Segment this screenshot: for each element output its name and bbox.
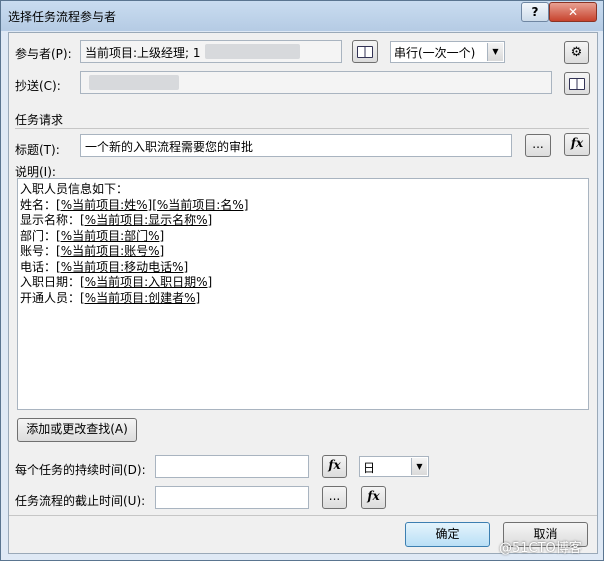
window-title: 选择任务流程参与者 — [8, 10, 117, 24]
duration-unit-value: 日 — [363, 461, 376, 475]
description-line: 部门：[%当前项目:部门%] — [20, 228, 165, 243]
cc-label: 抄送(C): — [15, 79, 61, 93]
due-formula-button[interactable]: fx — [361, 486, 386, 509]
redacted-block — [89, 75, 179, 90]
people-settings-icon: ⚙ — [570, 45, 583, 60]
cc-address-book-button[interactable] — [564, 72, 590, 95]
chevron-down-icon[interactable]: ▼ — [411, 458, 427, 475]
due-browse-button[interactable]: ... — [322, 486, 347, 509]
duration-input[interactable] — [155, 455, 309, 478]
subject-formula-button[interactable]: fx — [564, 133, 590, 156]
dialog-body: 参与者(P): 当前项目:上级经理; 1 串行(一次一个) ▼ ⚙ 抄送(C):… — [8, 32, 598, 554]
cc-field[interactable] — [80, 71, 552, 94]
description-line: 开通人员：[%当前项目:创建者%] — [20, 290, 201, 305]
participants-field[interactable]: 当前项目:上级经理; 1 — [80, 40, 342, 63]
address-book-button[interactable] — [352, 40, 378, 63]
subject-input[interactable]: 一个新的入职流程需要您的审批 — [80, 134, 512, 157]
fx-icon: fx — [367, 489, 380, 503]
add-change-lookup-button[interactable]: 添加或更改查找(A) — [17, 418, 137, 442]
redacted-block — [205, 44, 300, 59]
order-select[interactable]: 串行(一次一个) ▼ — [390, 41, 505, 63]
description-line: 显示名称：[%当前项目:显示名称%] — [20, 213, 213, 227]
duration-label: 每个任务的持续时间(D): — [15, 463, 146, 477]
participants-value: 当前项目:上级经理; 1 — [85, 46, 201, 60]
description-line: 电话：[%当前项目:移动电话%] — [20, 259, 189, 274]
subject-value: 一个新的入职流程需要您的审批 — [85, 140, 254, 154]
description-line: 入职日期：[%当前项目:入职日期%] — [20, 275, 213, 289]
subject-browse-button[interactable]: ... — [525, 134, 551, 157]
section-divider — [15, 128, 589, 129]
help-button[interactable]: ? — [521, 2, 549, 22]
chevron-down-icon[interactable]: ▼ — [487, 43, 503, 61]
due-input[interactable] — [155, 486, 309, 509]
address-book-icon — [569, 78, 585, 90]
duration-unit-select[interactable]: 日 ▼ — [359, 456, 429, 477]
description-line: 姓名：[%当前项目:姓%][%当前项目:名%] — [20, 197, 249, 212]
ok-button[interactable]: 确定 — [405, 522, 490, 547]
advanced-button[interactable]: ⚙ — [564, 41, 589, 64]
duration-formula-button[interactable]: fx — [322, 455, 347, 478]
watermark-text: @51CTO博客 — [499, 541, 582, 556]
description-line: 账号：[%当前项目:账号%] — [20, 244, 165, 258]
fx-icon: fx — [328, 458, 341, 472]
subject-label: 标题(T): — [15, 143, 60, 157]
close-button[interactable]: ✕ — [549, 2, 597, 22]
select-participants-dialog: 选择任务流程参与者 ? ✕ 参与者(P): 当前项目:上级经理; 1 串行(一次… — [0, 0, 604, 561]
due-label: 任务流程的截止时间(U): — [15, 494, 146, 508]
participants-label: 参与者(P): — [15, 47, 72, 61]
footer-divider — [9, 515, 597, 516]
address-book-icon — [357, 46, 373, 58]
order-select-value: 串行(一次一个) — [394, 46, 476, 60]
title-bar: 选择任务流程参与者 ? ✕ — [1, 1, 603, 31]
description-textarea[interactable]: 入职人员信息如下： 姓名：[%当前项目:姓%][%当前项目:名%] 显示名称：[… — [17, 178, 589, 410]
section-task-request: 任务请求 — [15, 113, 64, 127]
description-header: 入职人员信息如下： — [20, 182, 129, 196]
fx-icon: fx — [570, 136, 584, 150]
